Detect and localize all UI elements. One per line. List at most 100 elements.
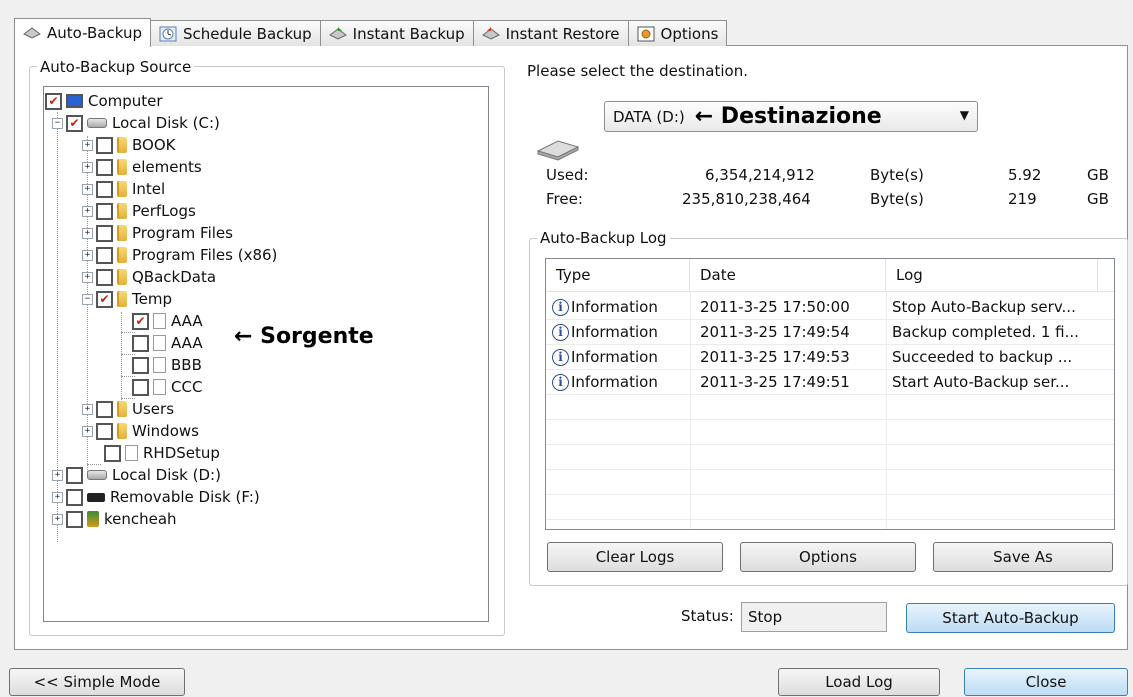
save-as-button[interactable]: Save As [933,542,1113,572]
checkbox[interactable]: ✔ [45,92,62,110]
expand-icon[interactable]: + [82,425,93,437]
checkbox[interactable] [96,400,113,418]
tree-item-book[interactable]: + BOOK [82,134,175,156]
tree-label: QBackData [132,268,217,286]
checkbox[interactable] [132,378,149,396]
log-row[interactable]: i Information 2011-3-25 17:49:53 Succeede… [546,345,1114,370]
load-log-button[interactable]: Load Log [778,668,940,696]
folder-icon [117,137,127,153]
tree-item-removable-disk-f[interactable]: + Removable Disk (F:) [52,486,260,508]
source-tree[interactable]: ✔ Computer − ✔ Local Disk (C:) + BOOK + … [43,86,489,622]
checkbox[interactable] [104,444,121,462]
tree-label: kencheah [104,510,177,528]
used-gb-unit: GB [1087,166,1109,184]
collapse-icon[interactable]: − [82,293,93,305]
folder-icon [117,401,127,417]
log-row[interactable]: i Information 2011-3-25 17:49:54 Backup c… [546,320,1114,345]
checkbox[interactable]: ✔ [132,312,149,330]
checkbox[interactable] [66,510,83,528]
tab-schedule-backup[interactable]: Schedule Backup [150,20,321,46]
tree-label: BBB [171,356,202,374]
expand-icon[interactable]: + [82,249,93,261]
column-header-date[interactable]: Date [690,259,886,292]
status-field: Stop [741,602,887,632]
log-row[interactable]: i Information 2011-3-25 17:49:51 Start Au… [546,370,1114,395]
tree-item-ccc[interactable]: CCC [132,376,202,398]
tree-item-local-disk-d[interactable]: + Local Disk (D:) [52,464,221,486]
expand-icon[interactable]: + [82,161,93,173]
log-date: 2011-3-25 17:49:51 [700,373,850,391]
tab-options[interactable]: Options [628,20,728,46]
tree-item-rhdsetup[interactable]: RHDSetup [104,442,220,464]
checkbox[interactable]: ✔ [96,290,113,308]
expand-icon[interactable]: + [82,403,93,415]
checkbox[interactable] [96,224,113,242]
expand-icon[interactable]: + [82,205,93,217]
used-gb: 5.92 [1008,166,1042,184]
start-auto-backup-button[interactable]: Start Auto-Backup [906,603,1115,633]
checkbox[interactable] [96,202,113,220]
log-type: Information [571,323,658,341]
checkbox[interactable] [96,268,113,286]
tree-label: Local Disk (C:) [112,114,220,132]
instant-restore-icon [481,26,500,42]
tree-item-kencheah[interactable]: + kencheah [52,508,177,530]
column-header-type[interactable]: Type [546,259,690,292]
folder-icon [117,269,127,285]
expand-icon[interactable]: + [82,227,93,239]
column-header-log[interactable]: Log [886,259,1098,292]
used-bytes: 6,354,214,912 [705,166,815,184]
tree-item-aaa-2[interactable]: AAA [132,332,203,354]
checkbox[interactable] [96,136,113,154]
checkbox[interactable] [66,488,83,506]
checkbox[interactable] [96,158,113,176]
expand-icon[interactable]: + [52,469,63,481]
info-icon: i [552,299,569,316]
expand-icon[interactable]: + [52,513,63,525]
tree-label: Windows [132,422,199,440]
tree-item-intel[interactable]: + Intel [82,178,165,200]
collapse-icon[interactable]: − [52,117,63,129]
tree-item-temp[interactable]: − ✔ Temp [82,288,172,310]
tab-instant-backup[interactable]: Instant Backup [320,20,474,46]
log-options-button[interactable]: Options [740,542,916,572]
tree-item-computer[interactable]: ✔ Computer [45,90,163,112]
tree-item-bbb[interactable]: BBB [132,354,202,376]
tree-item-perflogs[interactable]: + PerfLogs [82,200,196,222]
checkbox[interactable] [132,356,149,374]
tree-item-aaa-1[interactable]: ✔ AAA [132,310,203,332]
checkbox[interactable] [96,180,113,198]
drive-icon [87,470,107,480]
tree-item-program-files[interactable]: + Program Files [82,222,233,244]
checkbox[interactable] [96,422,113,440]
tree-item-windows[interactable]: + Windows [82,420,199,442]
expand-icon[interactable]: + [82,183,93,195]
simple-mode-button[interactable]: << Simple Mode [9,668,185,696]
tree-item-elements[interactable]: + elements [82,156,202,178]
checkbox[interactable] [66,466,83,484]
clear-logs-button[interactable]: Clear Logs [547,542,723,572]
file-icon [125,445,138,461]
tab-strip: Auto-Backup Schedule Backup Instant Back… [14,18,728,47]
close-button[interactable]: Close [964,668,1128,696]
tree-item-qbackdata[interactable]: + QBackData [82,266,216,288]
log-date: 2011-3-25 17:49:53 [700,348,850,366]
tab-instant-restore[interactable]: Instant Restore [473,20,629,46]
checkbox[interactable] [96,246,113,264]
destination-select[interactable]: DATA (D:) ← Destinazione ▼ [604,101,978,132]
info-icon: i [552,374,569,391]
folder-icon [117,159,127,175]
tree-item-users[interactable]: + Users [82,398,174,420]
expand-icon[interactable]: + [82,139,93,151]
log-row[interactable]: i Information 2011-3-25 17:50:00 Stop Aut… [546,295,1114,320]
checkbox[interactable] [132,334,149,352]
tree-item-program-files-x86[interactable]: + Program Files (x86) [82,244,277,266]
log-list[interactable]: Type Date Log i Information 2011-3-25 17:… [545,258,1115,530]
expand-icon[interactable]: + [52,491,63,503]
checkbox[interactable]: ✔ [66,114,83,132]
tab-auto-backup[interactable]: Auto-Backup [14,18,151,47]
expand-icon[interactable]: + [82,271,93,283]
tree-item-local-disk-c[interactable]: − ✔ Local Disk (C:) [52,112,220,134]
log-message: Succeeded to backup ... [892,348,1073,366]
tab-label: Options [660,24,719,43]
